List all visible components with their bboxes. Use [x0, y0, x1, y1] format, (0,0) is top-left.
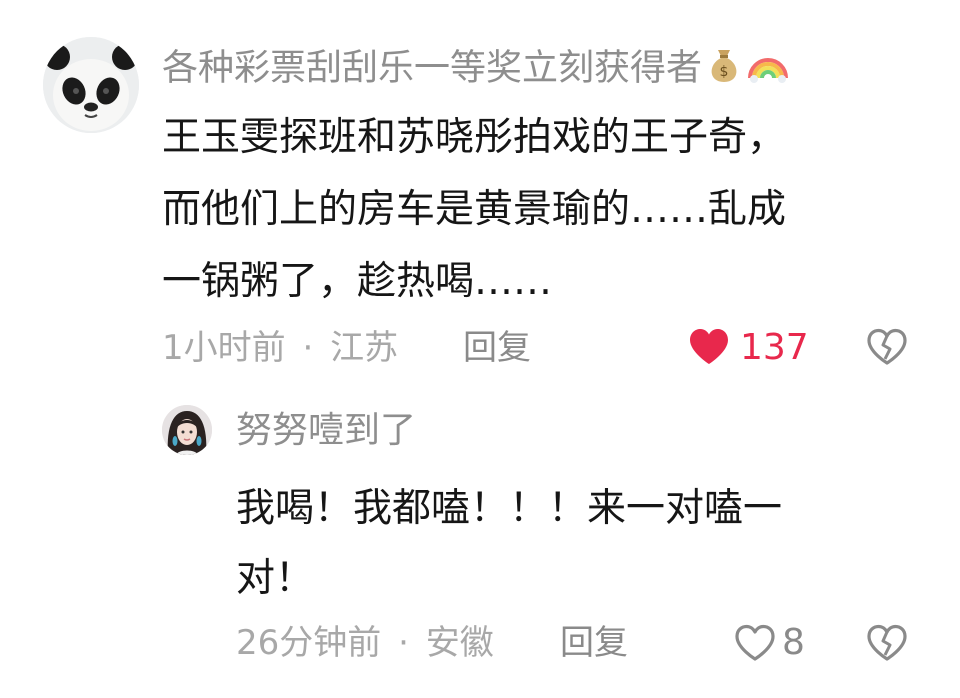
- reply-like-button[interactable]: [734, 624, 776, 666]
- reply-time: 26分钟前: [236, 623, 382, 663]
- avatar[interactable]: [43, 37, 139, 133]
- broken-heart-icon: [867, 624, 907, 661]
- comment-reply-button[interactable]: 回复: [463, 326, 531, 370]
- comment-text-line: 而他们上的房车是黄景瑜的……乱成: [162, 187, 787, 232]
- meta-separator: ·: [302, 328, 314, 368]
- reply-username[interactable]: 努努噎到了: [236, 409, 416, 453]
- reply-reply-button[interactable]: 回复: [560, 621, 628, 665]
- svg-text:$: $: [720, 64, 729, 80]
- reply-meta: 26分钟前 · 安徽: [236, 621, 494, 665]
- money-bag-icon: $: [706, 44, 742, 95]
- heart-outline-icon: [735, 624, 775, 661]
- comment-text-line: 王玉雯探班和苏晓彤拍戏的王子奇，: [162, 115, 787, 160]
- meta-separator: ·: [398, 623, 409, 663]
- reply-avatar[interactable]: [162, 405, 212, 455]
- like-count: 137: [740, 327, 809, 368]
- dislike-button[interactable]: [866, 328, 908, 370]
- reply-like-count: 8: [782, 622, 805, 663]
- panda-avatar-icon: [43, 37, 139, 133]
- reply-dislike-button[interactable]: [866, 624, 908, 666]
- girl-avatar-icon: [162, 405, 212, 455]
- reply-body: 我喝！我都嗑！！！来一对嗑一 对！: [236, 474, 916, 614]
- comment-location: 江苏: [330, 328, 399, 368]
- comment-body: 王玉雯探班和苏晓彤拍戏的王子奇， 而他们上的房车是黄景瑜的……乱成 一锅粥了，趁…: [162, 102, 922, 318]
- comment-meta: 1小时前 · 江苏: [162, 326, 398, 370]
- reply-text-line: 对！: [236, 556, 315, 601]
- like-button[interactable]: [688, 328, 730, 370]
- comment-time: 1小时前: [162, 328, 286, 368]
- comment-username-row: 各种彩票刮刮乐一等奖立刻获得者 $: [162, 44, 790, 95]
- reply-location: 安徽: [425, 623, 494, 663]
- heart-filled-icon: [690, 329, 728, 364]
- rainbow-icon: [746, 44, 790, 95]
- comment-text-line: 一锅粥了，趁热喝……: [162, 259, 553, 304]
- comment-username[interactable]: 各种彩票刮刮乐一等奖立刻获得者: [162, 48, 702, 89]
- broken-heart-icon: [867, 328, 907, 365]
- reply-text-line: 我喝！我都嗑！！！来一对嗑一: [236, 486, 783, 531]
